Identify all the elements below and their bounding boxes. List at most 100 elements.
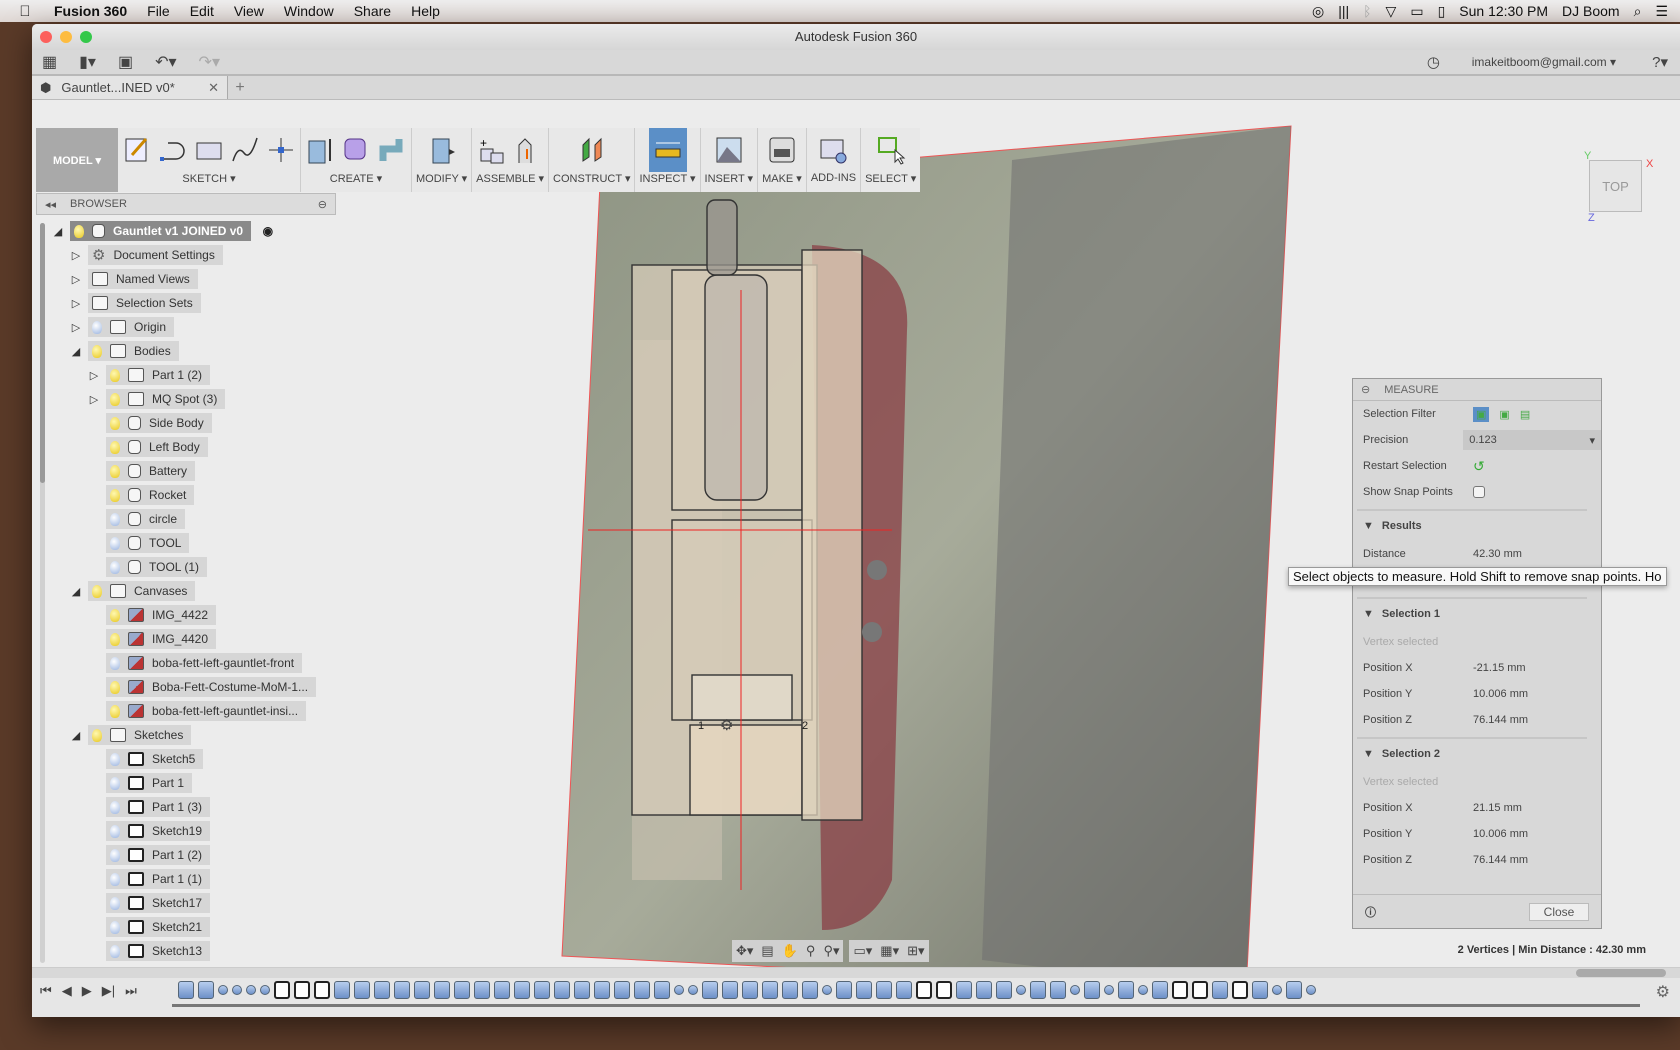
- timeline-sketch-icon[interactable]: [1192, 981, 1208, 999]
- timeline-sketch-icon[interactable]: [916, 981, 932, 999]
- play-icon[interactable]: ▶: [82, 983, 92, 999]
- timeline-extrude-icon[interactable]: [1152, 981, 1168, 999]
- timeline-joint-icon[interactable]: [260, 985, 270, 995]
- browser-item-pill[interactable]: TOOL (1): [106, 557, 208, 577]
- browser-item-pill[interactable]: Sketch13: [106, 941, 211, 961]
- timeline-extrude-icon[interactable]: [722, 981, 738, 999]
- browser-item[interactable]: ▷ MQ Spot (3): [36, 387, 336, 411]
- show-snap-points-checkbox[interactable]: [1473, 486, 1485, 498]
- browser-item[interactable]: circle: [36, 507, 336, 531]
- browser-item-pill[interactable]: ⚙ Document Settings: [88, 245, 223, 265]
- browser-item-pill[interactable]: Gauntlet v1 JOINED v0 ◉: [70, 221, 273, 241]
- timeline-extrude-icon[interactable]: [1030, 981, 1046, 999]
- browser-item-pill[interactable]: Selection Sets: [88, 293, 201, 313]
- visibility-bulb-icon[interactable]: [110, 824, 120, 838]
- browser-item-pill[interactable]: Bodies: [88, 341, 179, 361]
- battery-icon[interactable]: ▯: [1438, 3, 1446, 20]
- timeline-extrude-icon[interactable]: [802, 981, 818, 999]
- browser-item[interactable]: TOOL: [36, 531, 336, 555]
- undo-icon[interactable]: ↶▾: [155, 52, 176, 72]
- bluetooth-icon[interactable]: ᛒ: [1363, 3, 1371, 19]
- airplay-icon[interactable]: ▭: [1410, 3, 1423, 20]
- timeline-extrude-icon[interactable]: [434, 981, 450, 999]
- browser-item-pill[interactable]: Part 1: [106, 773, 193, 793]
- account-menu[interactable]: imakeitboom@gmail.com ▾: [1472, 55, 1616, 69]
- menu-edit[interactable]: Edit: [180, 3, 224, 19]
- browser-item[interactable]: boba-fett-left-gauntlet-front: [36, 651, 336, 675]
- timeline-extrude-icon[interactable]: [782, 981, 798, 999]
- grid-icon[interactable]: ▦▾: [880, 943, 899, 959]
- sketch-group[interactable]: SKETCH ▾: [118, 128, 301, 192]
- timeline-sketch-icon[interactable]: [294, 981, 310, 999]
- visibility-bulb-icon[interactable]: [110, 704, 120, 718]
- timeline-extrude-icon[interactable]: [454, 981, 470, 999]
- select-group[interactable]: SELECT ▾: [861, 128, 920, 192]
- collapsed-triangle-icon[interactable]: ▷: [88, 369, 100, 382]
- selection2-toggle-icon[interactable]: ▼: [1363, 748, 1374, 760]
- timeline-joint-icon[interactable]: [1016, 985, 1026, 995]
- joint-icon[interactable]: [513, 135, 543, 165]
- browser-item[interactable]: ▷ ⚙ Document Settings: [36, 243, 336, 267]
- restart-selection-icon[interactable]: ↺: [1473, 458, 1485, 475]
- timeline-extrude-icon[interactable]: [514, 981, 530, 999]
- browser-item-pill[interactable]: IMG_4420: [106, 629, 217, 649]
- new-tab-button[interactable]: +: [228, 76, 252, 99]
- visibility-bulb-icon[interactable]: [110, 944, 120, 958]
- timeline-extrude-icon[interactable]: [374, 981, 390, 999]
- audio-icon[interactable]: |||: [1338, 3, 1349, 19]
- new-component-icon[interactable]: +: [477, 135, 507, 165]
- browser-item-pill[interactable]: Origin: [88, 317, 175, 337]
- help-icon[interactable]: ?▾: [1652, 53, 1668, 71]
- pipe-icon[interactable]: [377, 135, 407, 165]
- browser-item-pill[interactable]: Battery: [106, 461, 196, 481]
- visibility-bulb-icon[interactable]: [92, 728, 102, 742]
- zoom-window-button[interactable]: [80, 31, 92, 43]
- browser-item[interactable]: Rocket: [36, 483, 336, 507]
- timeline-extrude-icon[interactable]: [976, 981, 992, 999]
- assemble-group[interactable]: + ASSEMBLE ▾: [472, 128, 550, 192]
- precision-select[interactable]: 0.123 ▾: [1463, 430, 1601, 450]
- browser-item[interactable]: Side Body: [36, 411, 336, 435]
- browser-item[interactable]: ▷ Origin: [36, 315, 336, 339]
- insert-group[interactable]: INSERT ▾: [701, 128, 759, 192]
- timeline-extrude-icon[interactable]: [996, 981, 1012, 999]
- timeline-extrude-icon[interactable]: [1118, 981, 1134, 999]
- browser-item[interactable]: Sketch19: [36, 819, 336, 843]
- timeline-joint-icon[interactable]: [1272, 985, 1282, 995]
- timeline-extrude-icon[interactable]: [198, 981, 214, 999]
- construct-group[interactable]: CONSTRUCT ▾: [549, 128, 636, 192]
- visibility-bulb-icon[interactable]: [74, 224, 84, 238]
- close-window-button[interactable]: [40, 31, 52, 43]
- insert-image-icon[interactable]: [714, 135, 744, 165]
- browser-item[interactable]: TOOL (1): [36, 555, 336, 579]
- timeline-joint-icon[interactable]: [218, 985, 228, 995]
- create-sketch-icon[interactable]: [122, 135, 152, 165]
- create-group-label[interactable]: CREATE ▾: [330, 172, 382, 190]
- browser-item[interactable]: Sketch13: [36, 939, 336, 963]
- browser-item-pill[interactable]: boba-fett-left-gauntlet-front: [106, 653, 303, 673]
- browser-item-pill[interactable]: boba-fett-left-gauntlet-insi...: [106, 701, 307, 721]
- go-to-end-icon[interactable]: ⏭: [125, 983, 137, 999]
- visibility-bulb-icon[interactable]: [92, 320, 102, 334]
- browser-item[interactable]: Sketch21: [36, 915, 336, 939]
- browser-item[interactable]: ◢ Sketches: [36, 723, 336, 747]
- timeline-extrude-icon[interactable]: [574, 981, 590, 999]
- timeline-extrude-icon[interactable]: [394, 981, 410, 999]
- timeline-sketch-icon[interactable]: [274, 981, 290, 999]
- inspect-group[interactable]: INSPECT ▾: [635, 128, 701, 192]
- timeline-extrude-icon[interactable]: [414, 981, 430, 999]
- select-group-label[interactable]: SELECT ▾: [865, 172, 916, 190]
- browser-item[interactable]: Battery: [36, 459, 336, 483]
- visibility-bulb-icon[interactable]: [110, 680, 120, 694]
- collapsed-triangle-icon[interactable]: ▷: [70, 249, 82, 262]
- browser-item[interactable]: Sketch5: [36, 747, 336, 771]
- scripts-addins-icon[interactable]: [818, 135, 848, 165]
- timeline-joint-icon[interactable]: [1306, 985, 1316, 995]
- visibility-bulb-icon[interactable]: [110, 560, 120, 574]
- timeline-extrude-icon[interactable]: [896, 981, 912, 999]
- timeline-extrude-icon[interactable]: [1084, 981, 1100, 999]
- add-ins-group[interactable]: ADD-INS: [807, 128, 862, 192]
- browser-item[interactable]: IMG_4420: [36, 627, 336, 651]
- collapsed-triangle-icon[interactable]: ▷: [70, 297, 82, 310]
- measure-gear-icon[interactable]: ⚙: [720, 716, 733, 734]
